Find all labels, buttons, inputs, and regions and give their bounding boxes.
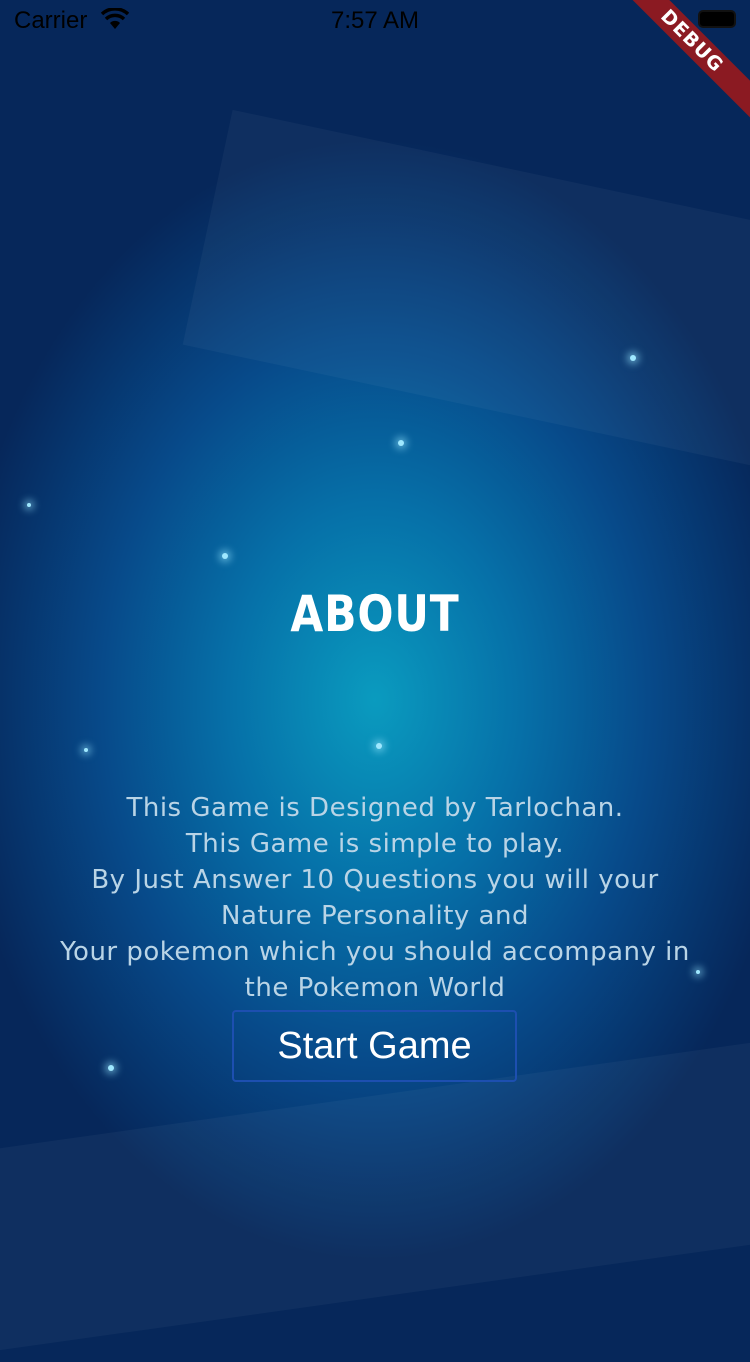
status-bar: Carrier 7:57 AM <box>0 0 750 40</box>
about-line: Your pokemon which you should accompany … <box>60 937 690 967</box>
sparkle <box>630 355 636 361</box>
about-line: This Game is Designed by Tarlochan. <box>126 793 624 823</box>
sparkle <box>222 553 228 559</box>
page-title: ABOUT <box>290 585 460 643</box>
sparkle <box>84 748 88 752</box>
sparkle <box>398 440 404 446</box>
about-line: By Just Answer 10 Questions you will you… <box>91 865 659 895</box>
about-line: the Pokemon World <box>244 973 506 1003</box>
about-line: This Game is simple to play. <box>185 829 565 859</box>
sparkle <box>27 503 31 507</box>
background-shape <box>0 1038 750 1362</box>
sparkle <box>376 743 382 749</box>
sparkle <box>108 1065 114 1071</box>
about-text: This Game is Designed by Tarlochan. This… <box>0 790 750 1006</box>
start-game-button[interactable]: Start Game <box>232 1010 517 1082</box>
battery-icon <box>698 10 736 28</box>
clock: 7:57 AM <box>330 7 420 34</box>
about-line: Nature Personality and <box>221 901 529 931</box>
background-shape <box>182 109 750 491</box>
